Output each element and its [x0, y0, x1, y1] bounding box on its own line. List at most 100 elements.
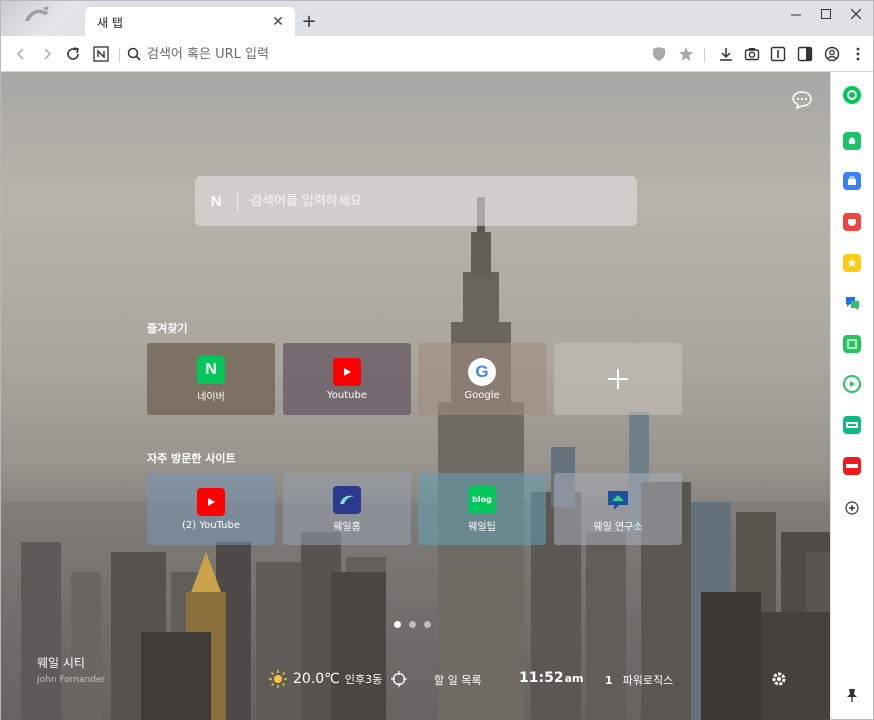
reload-button[interactable] [61, 42, 85, 66]
frequent-tile-whale-home[interactable]: 웨일홈 [283, 473, 411, 545]
youtube-icon [333, 357, 361, 386]
plus-circle-icon [845, 501, 859, 515]
tile-label: 웨일홈 [333, 521, 361, 533]
sidebar-player[interactable] [843, 375, 861, 393]
weather-widget[interactable]: 20.0℃ 인후3동 [269, 670, 382, 688]
bookmark-button[interactable] [674, 42, 698, 66]
menu-button[interactable] [846, 42, 870, 66]
tile-label: 네이버 [197, 391, 225, 403]
sidebar-alarm[interactable] [843, 132, 861, 150]
settings-button[interactable] [771, 671, 787, 687]
pocket-icon [848, 219, 856, 226]
papago-icon [846, 297, 859, 310]
back-arrow-icon [16, 48, 24, 60]
wallpaper-info[interactable]: 웨일 시티 John Fornander [37, 654, 105, 685]
sidebar-webtoon[interactable] [843, 416, 861, 434]
tile-label: Google [464, 389, 500, 401]
favorite-tile-naver[interactable]: N 네이버 [147, 343, 275, 415]
trending-keyword[interactable]: 1 파워로직스 [605, 672, 673, 688]
sidebar-whale-on[interactable] [843, 86, 861, 104]
temperature: 20.0℃ [293, 671, 340, 687]
shield-button[interactable] [647, 42, 671, 66]
reader-mode-button[interactable] [766, 42, 790, 66]
sidebar-tools[interactable] [843, 172, 861, 190]
pin-icon [847, 689, 857, 702]
sidebar-translate[interactable] [843, 294, 861, 312]
feedback-button[interactable] [791, 90, 813, 110]
title-bar: 새 탭 ✕ + [0, 0, 874, 37]
close-tab-icon[interactable]: ✕ [269, 13, 287, 31]
whale-home-icon [333, 485, 361, 514]
profile-icon [824, 46, 840, 62]
split-view-icon [797, 46, 813, 62]
favorites-title: 즐겨찾기 [147, 322, 188, 335]
close-window-button[interactable] [841, 1, 871, 27]
search-box[interactable]: N [195, 176, 637, 226]
page-dot-3[interactable] [424, 621, 431, 628]
frequent-tile-youtube[interactable]: (2) YouTube [147, 473, 275, 545]
address-input[interactable] [147, 46, 627, 62]
tile-label: 웨일 연구소 [593, 521, 643, 533]
wallpaper-city: 웨일 시티 [37, 656, 85, 670]
star-icon [847, 258, 857, 268]
new-tab-page: N 즐겨찾기 N 네이버 Youtube G Google 자주 방문한 사이트… [0, 72, 830, 720]
sidebar-favorites[interactable] [843, 254, 861, 272]
memo-icon [847, 339, 857, 349]
sidebar-pocket[interactable] [843, 213, 861, 231]
add-favorite-tile[interactable] [554, 343, 682, 415]
profile-button[interactable] [820, 42, 844, 66]
reload-icon [67, 47, 79, 60]
trending-rank: 1 [605, 673, 613, 687]
toolbox-icon [848, 176, 856, 185]
search-divider [237, 190, 238, 212]
whale-logo-area [1, 1, 87, 37]
sun-icon [269, 670, 287, 688]
favorite-tile-youtube[interactable]: Youtube [283, 343, 411, 415]
frequent-tile-whale-tip[interactable]: blog 웨일팁 [418, 473, 546, 545]
location-button[interactable] [391, 671, 407, 687]
sidebar [830, 72, 874, 720]
sidebar-pin[interactable] [843, 686, 861, 704]
play-icon [850, 381, 855, 387]
frequent-sites-title: 자주 방문한 사이트 [147, 452, 236, 465]
naver-icon: N [197, 355, 225, 384]
sidebar-now[interactable] [843, 457, 861, 475]
address-bar[interactable] [127, 42, 627, 66]
tab-new-tab[interactable]: 새 탭 ✕ [85, 7, 295, 37]
capture-button[interactable] [740, 42, 764, 66]
tile-label: 웨일팁 [468, 521, 496, 533]
download-icon [720, 48, 732, 61]
download-button[interactable] [714, 42, 738, 66]
sidebar-memo[interactable] [843, 335, 861, 353]
favorite-tile-google[interactable]: G Google [418, 343, 546, 415]
split-view-button[interactable] [793, 42, 817, 66]
new-tab-button[interactable]: + [299, 11, 319, 32]
search-icon [127, 47, 141, 61]
todo-button[interactable]: 할 일 목록 [434, 672, 481, 688]
naver-home-button[interactable] [89, 42, 113, 66]
tab-title: 새 탭 [97, 15, 123, 30]
whale-lab-icon [604, 486, 632, 514]
google-icon: G [468, 357, 496, 386]
toolbar-divider [704, 48, 705, 62]
trending-text: 파워로직스 [622, 674, 674, 687]
minimize-button[interactable] [781, 1, 811, 27]
clock: 11:52 am [519, 670, 583, 686]
naver-n-icon [93, 46, 109, 62]
toolbar [0, 36, 874, 72]
bell-icon [849, 137, 855, 144]
page-dot-1[interactable] [394, 621, 401, 628]
maximize-icon [821, 9, 831, 19]
minimize-icon [791, 14, 801, 16]
sidebar-add[interactable] [843, 499, 861, 517]
frequent-tile-whale-lab[interactable]: 웨일 연구소 [554, 473, 682, 545]
forward-button[interactable] [35, 42, 59, 66]
search-input[interactable] [250, 193, 620, 209]
gear-icon [772, 672, 786, 686]
page-dot-2[interactable] [409, 621, 416, 628]
clock-time: 11:52 [519, 670, 564, 686]
youtube-icon [197, 487, 225, 516]
page-indicator [394, 621, 431, 628]
maximize-button[interactable] [811, 1, 841, 27]
back-button[interactable] [9, 42, 33, 66]
